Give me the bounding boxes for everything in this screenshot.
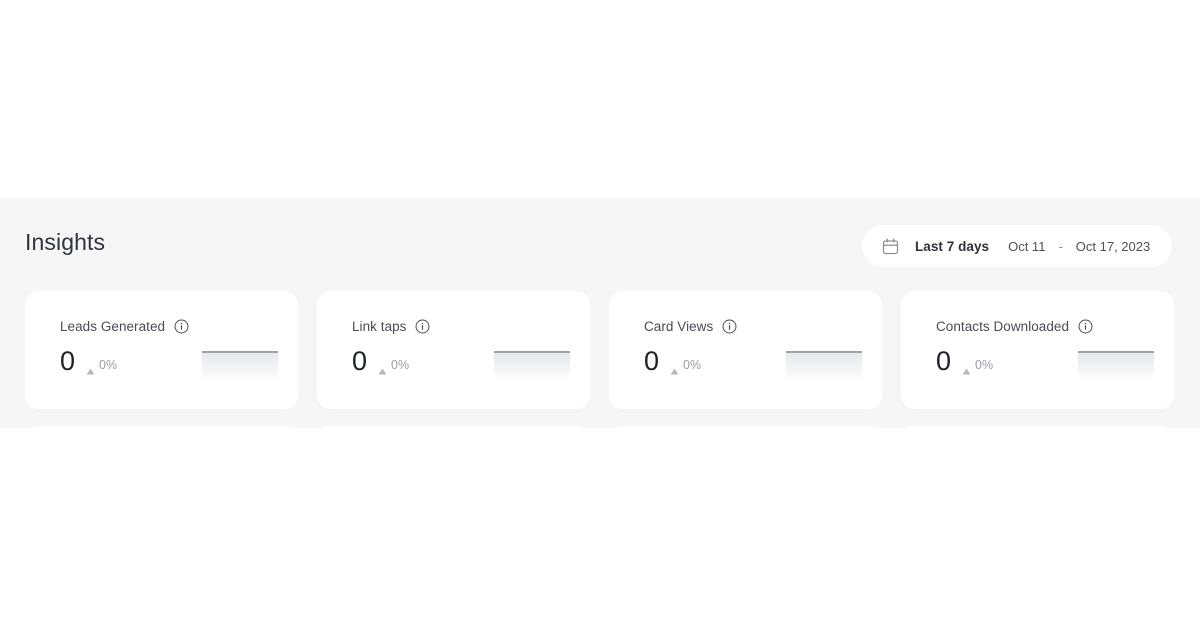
metric-card-partial[interactable] <box>901 426 1174 428</box>
metric-cards-row: Leads Generated 0 0% Link taps 0 0% Card… <box>25 291 1174 409</box>
date-range-picker[interactable]: Last 7 days Oct 11 - Oct 17, 2023 <box>862 225 1173 267</box>
info-icon[interactable] <box>415 319 430 334</box>
info-icon[interactable] <box>722 319 737 334</box>
metric-card-header: Card Views <box>644 317 860 335</box>
metric-card-header: Leads Generated <box>60 317 276 335</box>
metric-card-link-taps[interactable]: Link taps 0 0% <box>317 291 590 409</box>
sparkline-chart <box>202 349 278 381</box>
sparkline-chart <box>786 349 862 381</box>
date-range-start: Oct 11 <box>1008 238 1046 254</box>
metric-card-title: Contacts Downloaded <box>936 318 1070 334</box>
metric-card-title: Link taps <box>352 318 407 334</box>
date-range-separator: - <box>1058 238 1063 254</box>
metric-card-card-views[interactable]: Card Views 0 0% <box>609 291 882 409</box>
metric-value: 0 <box>352 346 368 376</box>
metric-change-value: 0% <box>391 358 410 372</box>
page-root: Insights Leads Generated 0 0% Link taps … <box>0 0 1200 630</box>
metric-value: 0 <box>936 346 952 376</box>
page-title: Insights <box>25 229 106 255</box>
metric-change-value: 0% <box>99 358 118 372</box>
metric-value: 0 <box>60 346 76 376</box>
triangle-up-icon <box>378 362 387 375</box>
triangle-up-icon <box>86 362 95 375</box>
metric-change-value: 0% <box>683 358 702 372</box>
metric-card-leads-generated[interactable]: Leads Generated 0 0% <box>25 291 298 409</box>
metric-change: 0% <box>670 359 701 376</box>
metric-change: 0% <box>962 359 993 376</box>
metric-card-contacts-downloaded[interactable]: Contacts Downloaded 0 0% <box>901 291 1174 409</box>
triangle-up-icon <box>670 362 679 375</box>
metric-value: 0 <box>644 346 660 376</box>
date-range-end: Oct 17, 2023 <box>1075 238 1151 254</box>
metric-change-value: 0% <box>975 358 994 372</box>
metric-card-title: Leads Generated <box>60 318 166 334</box>
metric-card-partial[interactable] <box>609 426 882 428</box>
metric-cards-row-next <box>25 426 1174 428</box>
metric-card-header: Contacts Downloaded <box>936 317 1152 335</box>
metric-card-title: Card Views <box>644 318 714 334</box>
sparkline-chart <box>1078 349 1154 381</box>
metric-card-partial[interactable] <box>317 426 590 428</box>
sparkline-chart <box>494 349 570 381</box>
metric-card-partial[interactable] <box>25 426 298 428</box>
date-range-preset-label: Last 7 days <box>915 238 990 254</box>
metric-change: 0% <box>86 359 117 376</box>
calendar-icon <box>882 238 899 255</box>
triangle-up-icon <box>962 362 971 375</box>
info-icon[interactable] <box>174 319 189 334</box>
metric-change: 0% <box>378 359 409 376</box>
metric-card-header: Link taps <box>352 317 568 335</box>
info-icon[interactable] <box>1078 319 1093 334</box>
